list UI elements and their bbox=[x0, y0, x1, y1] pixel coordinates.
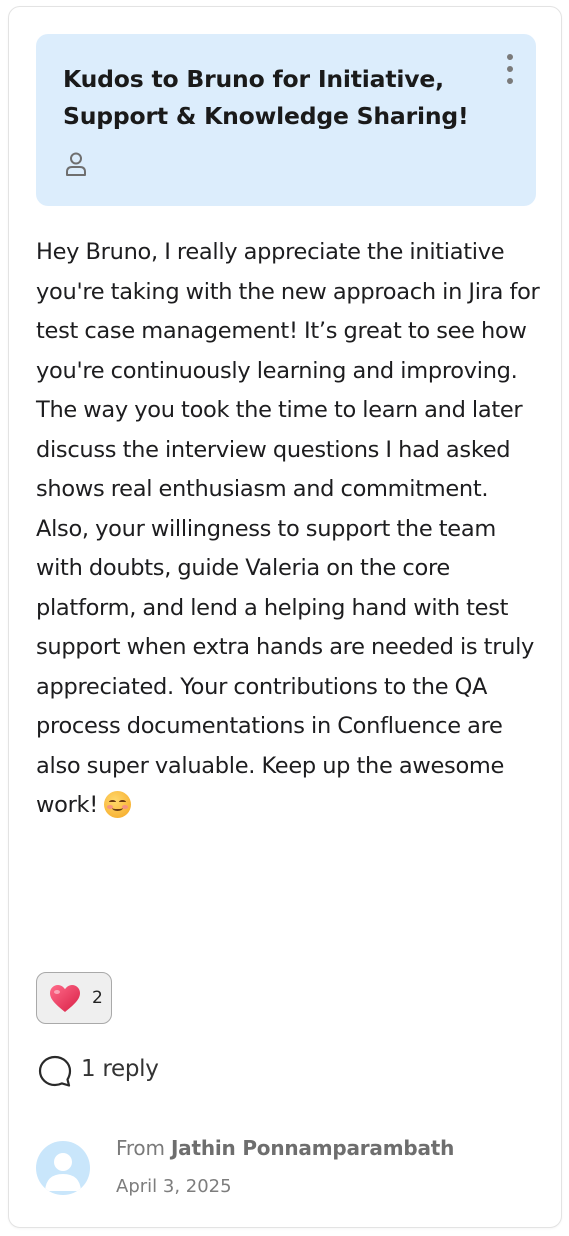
comment-bubble-icon bbox=[38, 1055, 72, 1087]
more-options-icon bbox=[507, 54, 513, 60]
more-options-icon-dot bbox=[507, 78, 513, 84]
avatar-placeholder-icon bbox=[45, 1153, 81, 1191]
heart-icon bbox=[50, 985, 80, 1012]
replies-count-label: 1 reply bbox=[81, 1056, 159, 1082]
kudos-header: Kudos to Bruno for Initiative, Support &… bbox=[36, 34, 536, 206]
author-avatar[interactable] bbox=[36, 1141, 90, 1195]
person-icon bbox=[66, 152, 86, 176]
more-options-icon-dot bbox=[507, 66, 513, 72]
author-line: From Jathin Ponnamparambath bbox=[116, 1136, 454, 1160]
kudos-title: Kudos to Bruno for Initiative, Support &… bbox=[63, 65, 469, 130]
more-options-button[interactable] bbox=[498, 54, 522, 90]
post-date: April 3, 2025 bbox=[116, 1176, 232, 1197]
kudos-message: Hey Bruno, I really appreciate the initi… bbox=[36, 233, 541, 826]
kudos-card: Kudos to Bruno for Initiative, Support &… bbox=[8, 6, 562, 1228]
heart-reaction-button[interactable]: 2 bbox=[36, 972, 112, 1024]
kudos-message-text: Hey Bruno, I really appreciate the initi… bbox=[36, 239, 540, 818]
smiling-face-icon bbox=[103, 791, 131, 818]
reaction-count: 2 bbox=[92, 988, 103, 1008]
from-prefix: From bbox=[116, 1136, 165, 1160]
author-name[interactable]: Jathin Ponnamparambath bbox=[171, 1136, 454, 1160]
